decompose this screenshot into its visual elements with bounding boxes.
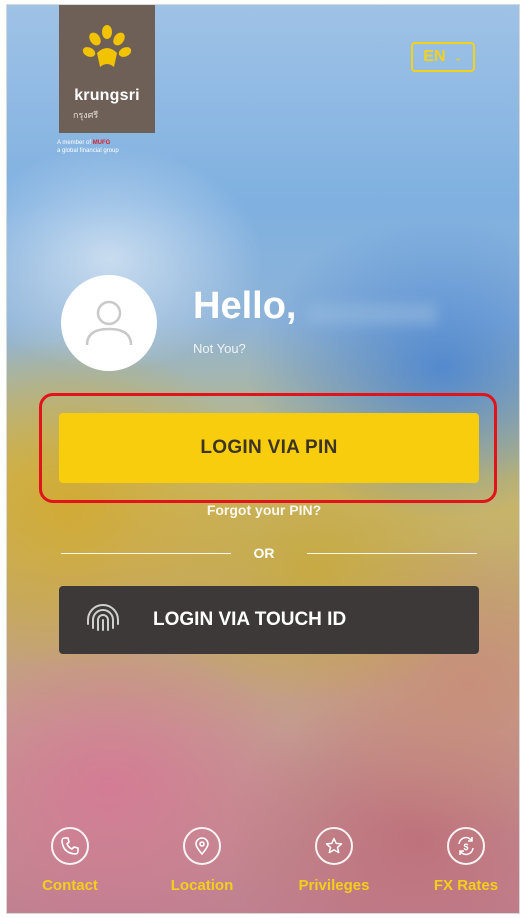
brand-name: krungsri [74, 87, 140, 104]
svg-text:$: $ [463, 842, 468, 852]
chevron-down-icon: ⌄ [453, 51, 463, 64]
krungsri-logo-icon [82, 25, 132, 67]
login-via-touch-id-button[interactable]: LOGIN VIA TOUCH ID [59, 586, 479, 654]
nav-item-fx-rates[interactable]: $ FX Rates [411, 827, 519, 894]
brand-thai-name: กรุงศรี [73, 110, 99, 120]
not-you-link[interactable]: Not You? [193, 341, 246, 356]
star-icon [325, 837, 343, 854]
nav-item-location[interactable]: Location [147, 827, 257, 894]
language-current: EN [423, 48, 446, 65]
member-tagline: A member of MUFG a global financial grou… [57, 140, 119, 154]
phone-icon [61, 837, 79, 855]
greeting-hello: Hello, [193, 285, 297, 327]
nav-label-location: Location [170, 877, 234, 894]
fingerprint-icon [87, 604, 119, 631]
login-screen: krungsri กรุงศรี A member of MUFG a glob… [6, 4, 520, 914]
nav-label-fx-rates: FX Rates [433, 877, 499, 894]
nav-item-contact[interactable]: Contact [15, 827, 125, 894]
language-selector[interactable]: EN ⌄ [411, 42, 475, 72]
nav-label-contact: Contact [42, 877, 98, 894]
brand-logo: krungsri กรุงศรี [59, 5, 155, 133]
forgot-pin-link[interactable]: Forgot your PIN? [7, 502, 519, 518]
bottom-nav: Contact Location Privileges $ FX Rates [7, 827, 519, 907]
currency-exchange-icon: $ [458, 836, 474, 856]
highlight-box [39, 393, 497, 503]
nav-item-privileges[interactable]: Privileges [279, 827, 389, 894]
mufg-mark: MUFG [92, 140, 111, 146]
user-name-redacted [307, 303, 437, 325]
divider-right [307, 553, 477, 554]
touch-id-label: LOGIN VIA TOUCH ID [153, 609, 347, 630]
location-pin-icon [195, 837, 209, 856]
nav-label-privileges: Privileges [298, 877, 370, 894]
user-icon [85, 300, 133, 346]
avatar [61, 275, 157, 371]
